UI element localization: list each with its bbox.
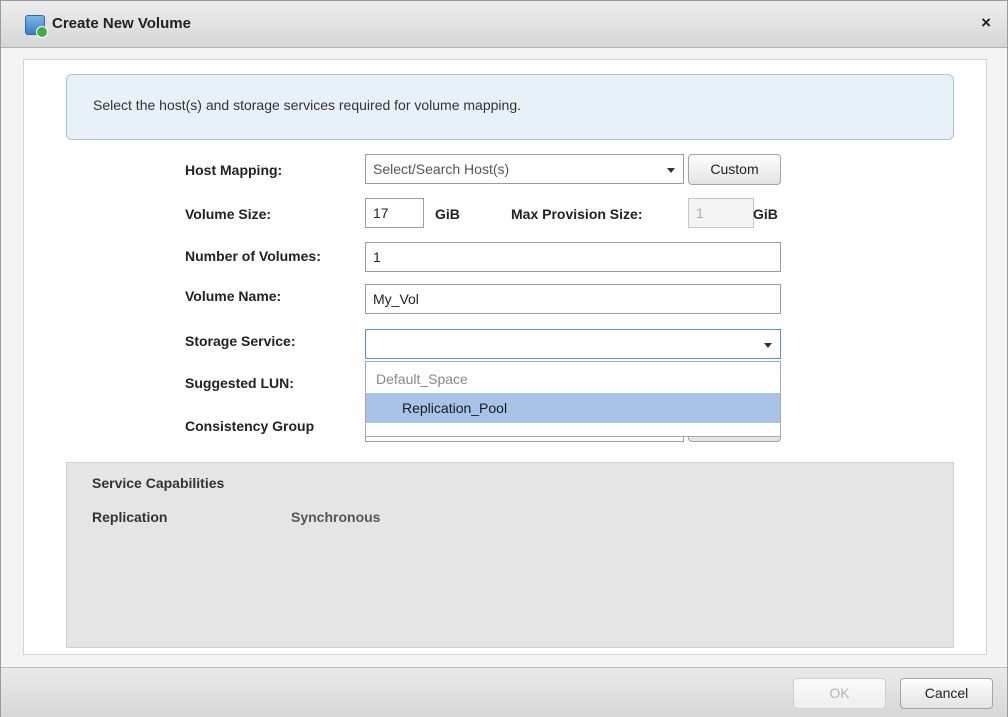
info-text: Select the host(s) and storage services …	[93, 97, 521, 113]
chevron-down-icon	[667, 168, 675, 173]
capability-name: Replication	[92, 509, 168, 525]
title-bar[interactable]: Create New Volume ×	[1, 1, 1007, 48]
volume-name-input[interactable]: My_Vol	[365, 284, 781, 314]
dialog-title: Create New Volume	[52, 15, 191, 32]
max-provision-input: 1	[688, 198, 754, 228]
consistency-group-label: Consistency Group	[185, 418, 315, 434]
cancel-button[interactable]: Cancel	[900, 678, 993, 709]
max-provision-label: Max Provision Size:	[511, 206, 643, 222]
create-volume-dialog: Create New Volume × Select the host(s) a…	[0, 0, 1008, 717]
ok-button[interactable]: OK	[793, 678, 886, 709]
dialog-footer: OK Cancel	[1, 667, 1007, 717]
host-mapping-select[interactable]: Select/Search Host(s)	[365, 154, 684, 184]
volume-add-icon	[25, 15, 48, 38]
storage-service-select[interactable]	[365, 329, 781, 359]
dialog-content: Select the host(s) and storage services …	[23, 59, 987, 655]
volume-size-label: Volume Size:	[185, 206, 272, 222]
info-box: Select the host(s) and storage services …	[66, 74, 954, 140]
dropdown-option-default-space[interactable]: Default_Space	[366, 364, 780, 394]
close-button[interactable]: ×	[981, 13, 991, 33]
chevron-down-icon	[764, 343, 772, 348]
number-of-volumes-label: Number of Volumes:	[185, 248, 321, 264]
volume-name-label: Volume Name:	[185, 288, 282, 304]
service-capabilities-panel: Service Capabilities Replication Synchro…	[66, 462, 954, 648]
suggested-lun-label: Suggested LUN:	[185, 375, 294, 391]
host-mapping-placeholder: Select/Search Host(s)	[373, 161, 510, 177]
volume-size-input[interactable]: 17	[365, 198, 424, 228]
host-mapping-label: Host Mapping:	[185, 162, 283, 178]
storage-service-dropdown: Default_Space Replication_Pool	[365, 361, 781, 437]
custom-button[interactable]: Custom	[688, 154, 781, 185]
service-capabilities-title: Service Capabilities	[92, 475, 225, 491]
max-provision-unit: GiB	[753, 206, 778, 222]
volume-size-unit: GiB	[435, 206, 460, 222]
capability-value: Synchronous	[291, 509, 381, 525]
dropdown-option-replication-pool[interactable]: Replication_Pool	[366, 393, 780, 423]
storage-service-label: Storage Service:	[185, 333, 296, 349]
number-of-volumes-input[interactable]: 1	[365, 242, 781, 272]
